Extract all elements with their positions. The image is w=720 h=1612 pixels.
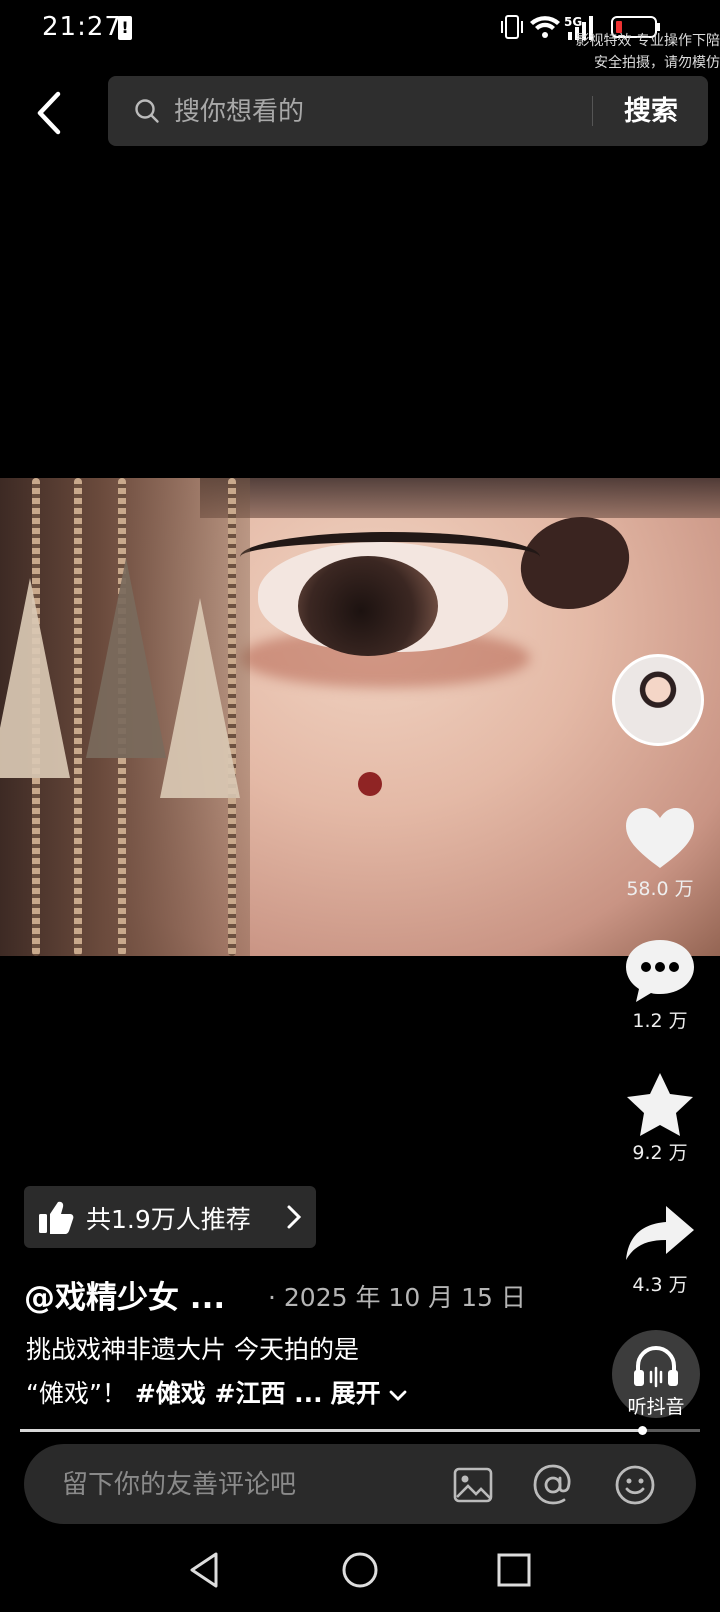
share-arrow-icon[interactable] <box>622 1200 698 1270</box>
heart-icon[interactable] <box>622 804 698 874</box>
status-time: 21:27 <box>42 12 122 42</box>
battery-saver-icon: ! <box>118 16 132 40</box>
vibrate-icon <box>501 15 523 39</box>
comment-dots-icon[interactable] <box>622 936 698 1006</box>
nav-back-icon[interactable] <box>184 1548 228 1592</box>
progress-knob[interactable] <box>638 1426 648 1435</box>
search-box[interactable]: 搜索 <box>108 76 708 146</box>
author-name[interactable]: @戏精少女 ... <box>24 1272 225 1317</box>
search-divider <box>592 96 593 126</box>
comment-input[interactable] <box>60 1462 444 1508</box>
chevron-right-icon <box>287 1205 302 1229</box>
expand-label: 展开 <box>330 1379 381 1408</box>
back-button[interactable] <box>30 86 70 140</box>
author-avatar[interactable] <box>612 654 704 746</box>
progress-fill <box>20 1429 643 1432</box>
watermark-line2: 安全拍摄，请勿模仿 <box>594 55 720 71</box>
video-chain <box>74 478 82 956</box>
like-count: 58.0 万 <box>626 878 694 900</box>
headphones-icon <box>634 1346 678 1388</box>
comment-count: 1.2 万 <box>632 1010 688 1032</box>
video-ornament <box>160 598 240 798</box>
post-date: · 2025 年 10 月 15 日 <box>268 1283 526 1312</box>
video-progress-bar[interactable] <box>20 1426 700 1435</box>
chevron-down-icon <box>389 1390 407 1401</box>
video-ornament <box>0 578 70 778</box>
caption-line2: “傩戏”！ #傩戏 #江西 ... 展开 <box>26 1372 566 1416</box>
recommend-pill[interactable]: 共1.9万人推荐 <box>24 1186 316 1248</box>
video-red-dot <box>358 772 382 796</box>
listen-label: 听抖音 <box>627 1396 685 1418</box>
expand-button[interactable]: 展开 <box>331 1379 408 1408</box>
wifi-icon <box>530 16 560 38</box>
emoji-icon[interactable] <box>614 1464 656 1506</box>
caption-tags[interactable]: #傩戏 #江西 ... <box>135 1379 323 1408</box>
comment-bar[interactable] <box>24 1444 696 1524</box>
star-icon[interactable] <box>622 1070 698 1140</box>
caption-line1: 挑战戏神非遗大片 今天拍的是 <box>26 1335 359 1364</box>
image-icon[interactable] <box>452 1464 494 1506</box>
video-ornament <box>86 558 166 758</box>
recommend-text: 共1.9万人推荐 <box>86 1205 251 1234</box>
share-count: 4.3 万 <box>632 1274 688 1296</box>
nav-recents-icon[interactable] <box>492 1548 536 1592</box>
network-label: 5G <box>564 15 582 29</box>
caption-quote: “傩戏”！ <box>26 1379 127 1408</box>
search-button[interactable]: 搜索 <box>606 92 696 132</box>
back-arrow-icon <box>37 91 61 135</box>
watermark-line1: 影视特效 专业操作下陪 <box>575 33 720 49</box>
thumbs-up-icon <box>39 1201 74 1234</box>
at-icon[interactable] <box>532 1464 574 1506</box>
search-input[interactable] <box>172 90 596 134</box>
favorite-count: 9.2 万 <box>632 1142 688 1164</box>
video-hair <box>200 478 720 518</box>
video-lash <box>240 532 540 582</box>
search-icon <box>135 99 159 123</box>
caption[interactable]: 挑战戏神非遗大片 今天拍的是 “傩戏”！ #傩戏 #江西 ... 展开 <box>26 1328 566 1416</box>
nav-home-icon[interactable] <box>338 1548 382 1592</box>
